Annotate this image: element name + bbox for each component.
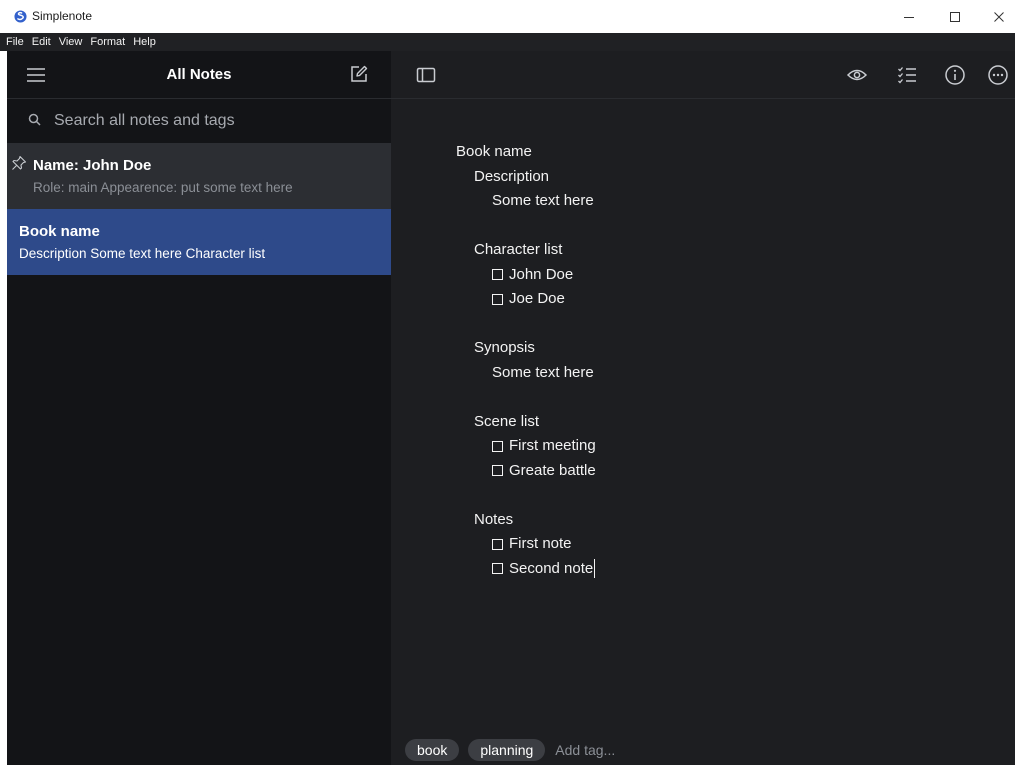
preview-icon[interactable] xyxy=(846,64,868,86)
note-content[interactable]: Book name Description Some text here Cha… xyxy=(456,140,596,581)
note-line: Notes xyxy=(456,508,596,533)
note-line-text: Character list xyxy=(474,241,563,258)
note-list-item[interactable]: Name: John Doe Role: main Appearence: pu… xyxy=(7,143,391,209)
note-line-text: Description xyxy=(474,167,550,185)
minimize-button[interactable] xyxy=(886,0,932,33)
menu-file[interactable]: File xyxy=(2,33,28,51)
checkbox[interactable] xyxy=(492,465,503,477)
notes-sidebar: All Notes Search all notes and tags Name… xyxy=(7,51,391,765)
note-line: Some text here xyxy=(456,189,596,214)
note-blank-line xyxy=(456,483,596,508)
checklist-item-text: First note xyxy=(509,535,572,552)
menu-format[interactable]: Format xyxy=(86,33,129,51)
note-title: Book name xyxy=(19,223,100,240)
checklist-line: Joe Doe xyxy=(456,287,596,312)
note-title: Name: John Doe xyxy=(33,157,152,174)
checkbox[interactable] xyxy=(492,440,503,452)
checklist-item-text: Joe Doe xyxy=(509,290,565,307)
note-blank-line xyxy=(456,214,596,239)
tag-chip[interactable]: book xyxy=(405,739,460,761)
pin-icon[interactable] xyxy=(11,155,27,171)
menu-edit[interactable]: Edit xyxy=(28,33,55,51)
minimize-icon xyxy=(904,16,914,18)
note-line-text: Book name xyxy=(456,143,532,160)
menu-view[interactable]: View xyxy=(55,33,87,51)
menu-bar: File Edit View Format Help xyxy=(0,33,1015,51)
note-line: Some text here xyxy=(456,361,596,386)
simplenote-logo-icon xyxy=(14,10,27,23)
sidebar-toggle-icon[interactable] xyxy=(415,64,437,86)
checklist-item-text: John Doe xyxy=(509,265,574,283)
close-icon xyxy=(994,11,1004,22)
checklist-line: First meeting xyxy=(456,434,596,459)
note-line-text: Synopsis xyxy=(474,339,535,356)
note-preview: Description Some text here Character lis… xyxy=(19,246,266,261)
text-caret xyxy=(594,559,596,579)
maximize-icon xyxy=(950,11,960,22)
checkbox[interactable] xyxy=(492,538,503,550)
menu-help[interactable]: Help xyxy=(129,33,160,51)
checklist-line: Second note xyxy=(456,557,596,582)
new-note-icon[interactable] xyxy=(349,64,369,84)
note-blank-line xyxy=(456,312,596,337)
note-line: Synopsis xyxy=(456,336,596,361)
info-icon[interactable] xyxy=(944,64,966,86)
checklist-item-text: Second note xyxy=(509,559,594,577)
checklist-line: Greate battle xyxy=(456,459,596,484)
note-preview: Role: main Appearence: put some text her… xyxy=(33,180,293,195)
editor-toolbar xyxy=(391,51,1015,99)
window-title: Simplenote xyxy=(32,9,93,23)
note-line: Scene list xyxy=(456,410,596,435)
checkbox[interactable] xyxy=(492,293,503,305)
note-line-text: Some text here xyxy=(492,192,594,209)
checklist-item-text: First meeting xyxy=(509,437,596,454)
note-line-text: Notes xyxy=(474,510,514,528)
note-line-text: Scene list xyxy=(474,412,540,430)
search-placeholder: Search all notes and tags xyxy=(54,112,235,129)
more-icon[interactable] xyxy=(987,64,1009,86)
title-bar: Simplenote xyxy=(0,0,1015,33)
note-blank-line xyxy=(456,385,596,410)
checklist-line: First note xyxy=(456,532,596,557)
checkbox[interactable] xyxy=(492,563,503,575)
note-editor: Book name Description Some text here Cha… xyxy=(391,51,1015,765)
search-field[interactable]: Search all notes and tags xyxy=(7,99,391,143)
note-line: Description xyxy=(456,165,596,190)
checkbox[interactable] xyxy=(492,269,503,281)
menu-icon[interactable] xyxy=(25,65,47,85)
search-icon xyxy=(28,113,41,126)
checklist-item-text: Greate battle xyxy=(509,461,596,479)
note-line-text: Some text here xyxy=(492,363,594,381)
note-line: Book name xyxy=(456,140,596,165)
add-tag-input[interactable]: Add tag... xyxy=(555,742,615,758)
checklist-icon[interactable] xyxy=(896,64,918,86)
tag-bar: book planning Add tag... xyxy=(405,739,615,761)
checklist-line: John Doe xyxy=(456,263,596,288)
note-line: Character list xyxy=(456,238,596,263)
note-list-item-selected[interactable]: Book name Description Some text here Cha… xyxy=(7,209,391,275)
maximize-button[interactable] xyxy=(932,0,978,33)
sidebar-title: All Notes xyxy=(166,66,232,83)
sidebar-header: All Notes xyxy=(7,51,391,99)
tag-chip[interactable]: planning xyxy=(468,739,546,761)
close-button[interactable] xyxy=(976,0,1015,33)
